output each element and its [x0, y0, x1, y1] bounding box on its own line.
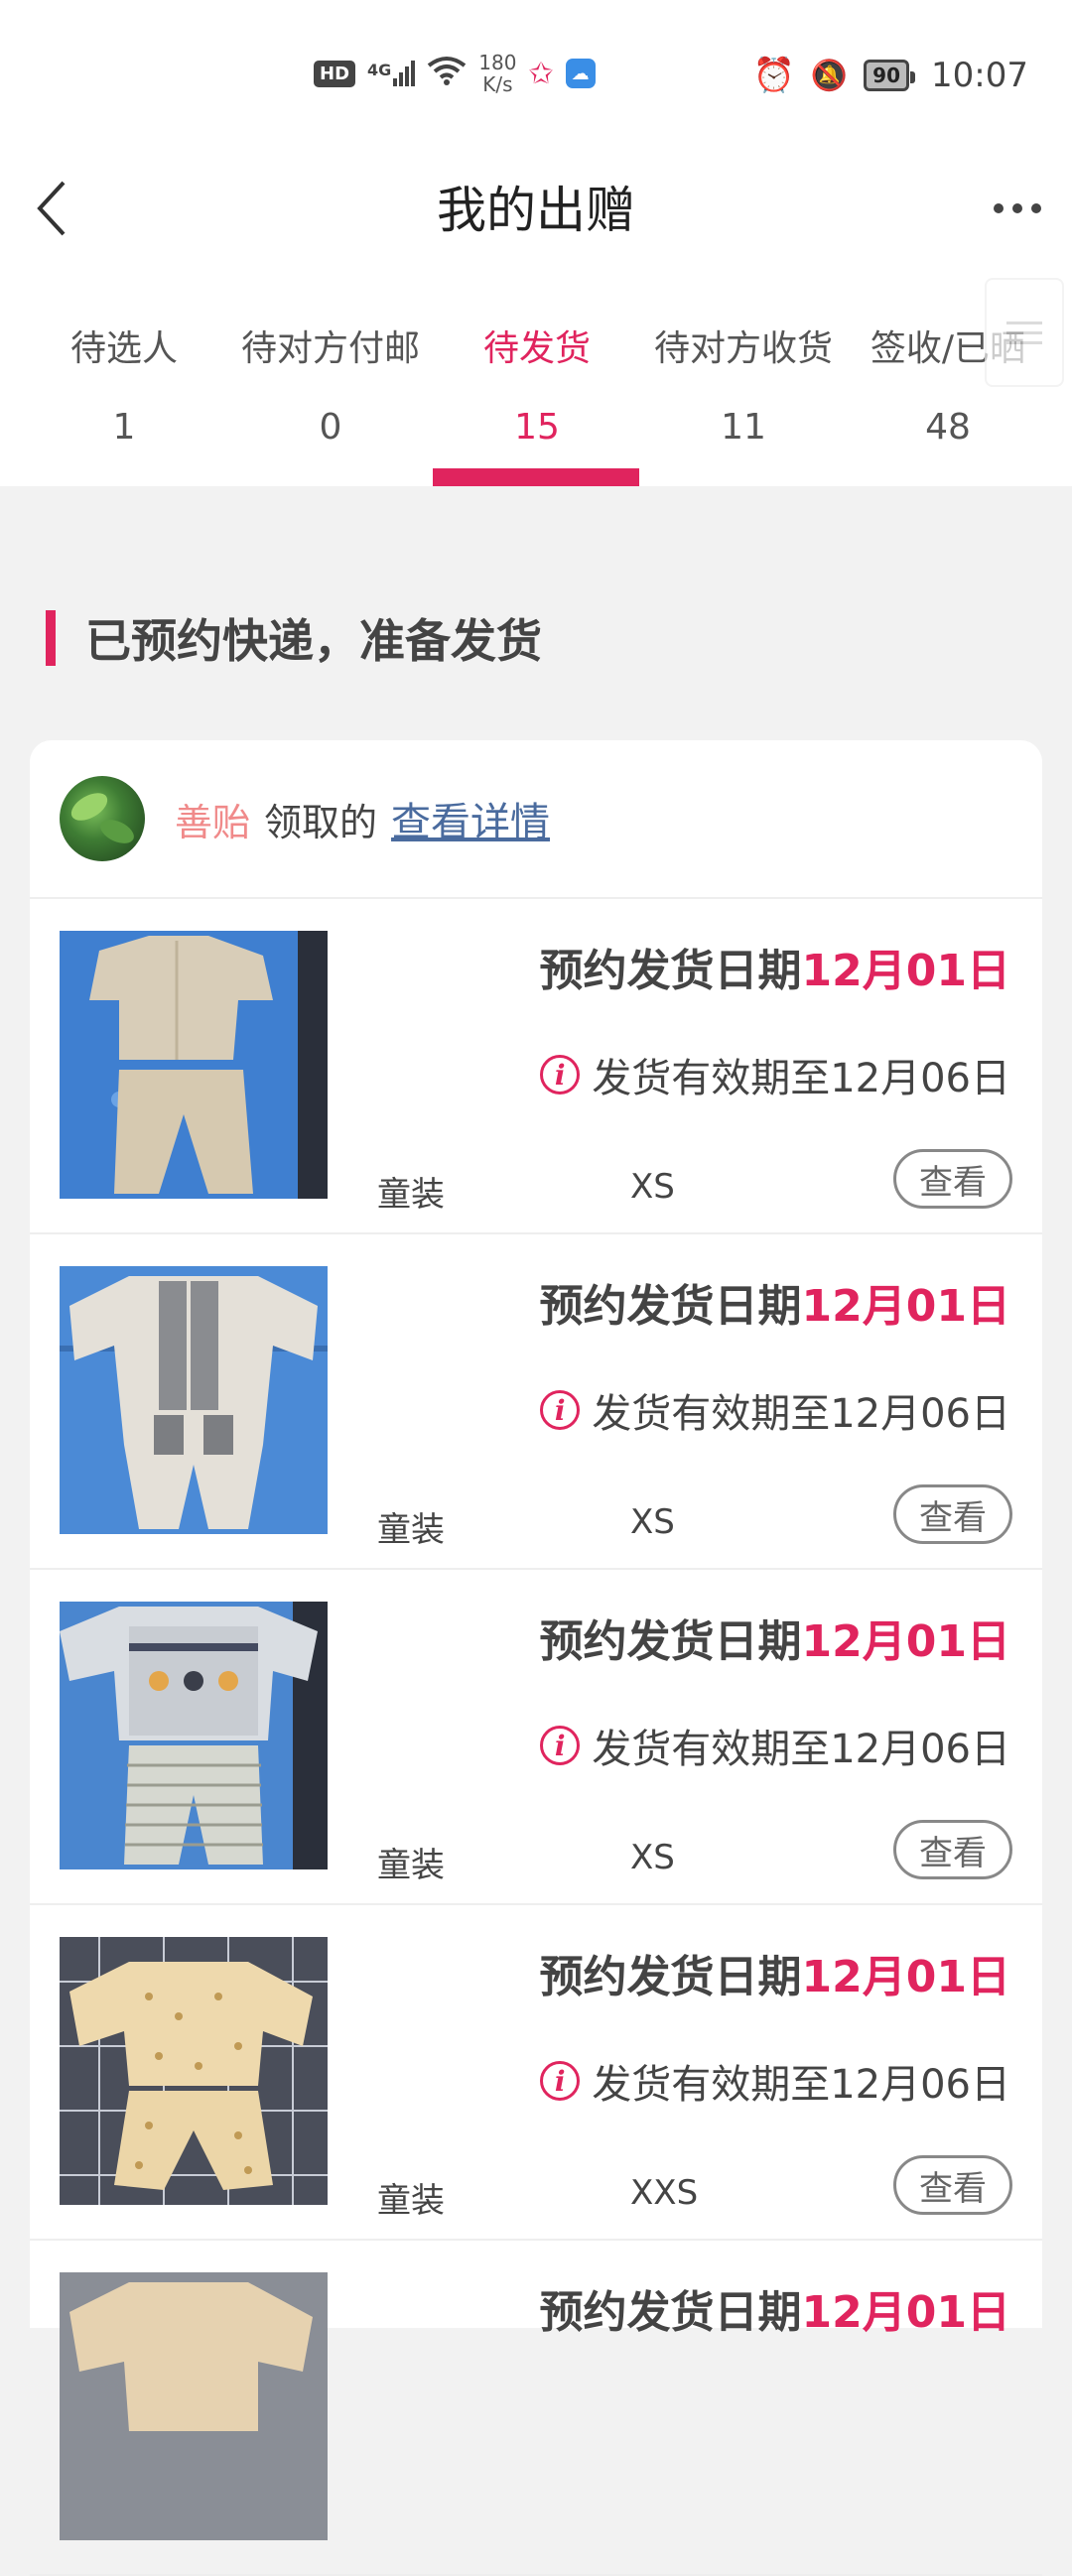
status-bar: HD 4G 180 K/s ✩ ☁ ⏰ 🔕 90 10:07 — [0, 0, 1072, 149]
ship-date-label: 预约发货日期 — [539, 1616, 802, 1667]
donor-name[interactable]: 善贻 — [175, 792, 250, 846]
ship-date-label: 预约发货日期 — [539, 1952, 802, 2002]
battery-icon: 90 — [864, 60, 915, 91]
tab-count: 0 — [319, 407, 342, 448]
section-accent-bar — [46, 610, 56, 666]
validity: i 发货有效期至12月06日 — [540, 2052, 1010, 2110]
item-category: 童装 — [377, 1846, 445, 1885]
app-header: 我的出赠 — [0, 149, 1072, 278]
hd-icon: HD — [314, 60, 356, 87]
validity: i 发货有效期至12月06日 — [540, 1381, 1010, 1439]
section-title: 已预约快递，准备发货 — [85, 614, 542, 668]
ship-date: 预约发货日期12月01日 — [540, 935, 1010, 998]
status-left: HD 4G 180 K/s ✩ ☁ — [314, 52, 596, 95]
ship-date: 预约发货日期12月01日 — [540, 1606, 1010, 1669]
more-dot-icon — [1012, 203, 1022, 213]
validity-text: 发货有效期至12月06日 — [592, 2062, 1010, 2108]
tab-count: 1 — [112, 407, 136, 448]
app-star-icon: ✩ — [528, 56, 554, 91]
tab-count: 15 — [514, 407, 560, 448]
donor-verb: 领取的 — [264, 800, 378, 844]
item-photo[interactable] — [60, 1602, 328, 1869]
ship-date: 预约发货日期12月01日 — [540, 2276, 1010, 2340]
ship-date-value: 12月01日 — [801, 1952, 1010, 2002]
ship-date-label: 预约发货日期 — [539, 946, 802, 996]
status-tabs: 待选人 1 待对方付邮 0 待发货 15 待对方收货 11 签收/已晒 48 — [0, 278, 1072, 486]
cloud-app-icon: ☁ — [565, 59, 596, 88]
donation-card: 善贻 领取的 查看详情 预约发货日期12月01日 i 发货有效期至12月06日 … — [30, 740, 1042, 2576]
item-photo[interactable] — [60, 931, 328, 1199]
active-tab-indicator — [433, 468, 639, 486]
ship-date: 预约发货日期12月01日 — [540, 1270, 1010, 1334]
tab-label: 待对方收货 — [653, 328, 833, 369]
item-category: 童装 — [377, 1175, 445, 1215]
list-item[interactable]: 预约发货日期12月01日 i 发货有效期至12月06日 童装 XXS 查看 — [30, 1905, 1042, 2241]
info-icon: i — [540, 1726, 581, 1765]
list-item[interactable]: 预约发货日期12月01日 i 发货有效期至12月06日 童装 XS 查看 — [30, 1570, 1042, 1905]
signal-icon: 4G — [367, 61, 416, 86]
item-category: 童装 — [377, 2181, 445, 2221]
validity: i 发货有效期至12月06日 — [540, 1046, 1010, 1103]
ship-date-value: 12月01日 — [801, 1281, 1010, 1332]
network-type: 4G — [367, 61, 392, 79]
info-icon: i — [540, 1055, 581, 1095]
item-size: XS — [630, 1167, 675, 1207]
tab-label: 待选人 — [69, 328, 178, 369]
ship-date-value: 12月01日 — [801, 2287, 1010, 2338]
tab-count: 48 — [925, 407, 971, 448]
ship-date-label: 预约发货日期 — [539, 2287, 802, 2338]
network-speed: 180 K/s — [478, 52, 516, 95]
tab-pending-receipt[interactable]: 待对方收货 11 — [639, 320, 848, 448]
more-dot-icon — [1031, 203, 1041, 213]
item-size: XS — [630, 1502, 675, 1542]
alarm-icon: ⏰ — [752, 56, 795, 95]
ship-date: 预约发货日期12月01日 — [540, 1941, 1010, 2004]
validity: i 发货有效期至12月06日 — [540, 1717, 1010, 1774]
status-right: ⏰ 🔕 90 10:07 — [752, 56, 1028, 95]
list-item[interactable]: 预约发货日期12月01日 — [30, 2241, 1042, 2576]
tab-label: 待对方付邮 — [240, 328, 420, 369]
section-header: 已预约快递，准备发货 — [46, 605, 542, 671]
view-button[interactable]: 查看 — [893, 1820, 1012, 1879]
item-photo[interactable] — [60, 1937, 328, 2205]
mute-icon: 🔕 — [810, 58, 849, 93]
ship-date-value: 12月01日 — [801, 1616, 1010, 1667]
tab-pending-shipment[interactable]: 待发货 15 — [433, 320, 641, 448]
item-photo[interactable] — [60, 2272, 328, 2540]
validity-text: 发货有效期至12月06日 — [592, 1056, 1010, 1101]
validity-text: 发货有效期至12月06日 — [592, 1391, 1010, 1437]
more-button[interactable] — [983, 179, 1052, 238]
donor-row: 善贻 领取的 查看详情 — [30, 740, 1042, 899]
item-photo[interactable] — [60, 1266, 328, 1534]
tab-pending-postage[interactable]: 待对方付邮 0 — [226, 320, 435, 448]
view-button[interactable]: 查看 — [893, 1149, 1012, 1209]
item-size: XXS — [630, 2173, 699, 2213]
ship-date-value: 12月01日 — [801, 946, 1010, 996]
tab-count: 11 — [721, 407, 766, 448]
clock: 10:07 — [931, 56, 1028, 95]
view-button[interactable]: 查看 — [893, 2155, 1012, 2215]
validity-text: 发货有效期至12月06日 — [592, 1727, 1010, 1772]
tab-pending-select[interactable]: 待选人 1 — [20, 320, 228, 448]
page-title: 我的出赠 — [437, 182, 635, 239]
view-details-link[interactable]: 查看详情 — [391, 790, 550, 847]
speed-value: 180 — [478, 51, 517, 74]
list-item[interactable]: 预约发货日期12月01日 i 发货有效期至12月06日 童装 XS 查看 — [30, 899, 1042, 1234]
ship-date-label: 预约发货日期 — [539, 1281, 802, 1332]
avatar[interactable] — [60, 776, 145, 861]
list-item[interactable]: 预约发货日期12月01日 i 发货有效期至12月06日 童装 XS 查看 — [30, 1234, 1042, 1570]
info-icon: i — [540, 2061, 581, 2101]
item-category: 童装 — [377, 1510, 445, 1550]
tab-label: 待发货 — [482, 328, 591, 369]
wifi-icon — [427, 56, 467, 92]
item-size: XS — [630, 1838, 675, 1877]
view-button[interactable]: 查看 — [893, 1484, 1012, 1544]
more-dot-icon — [994, 203, 1004, 213]
scroll-top-icon[interactable] — [985, 278, 1064, 387]
speed-unit: K/s — [482, 72, 513, 96]
info-icon: i — [540, 1390, 581, 1430]
